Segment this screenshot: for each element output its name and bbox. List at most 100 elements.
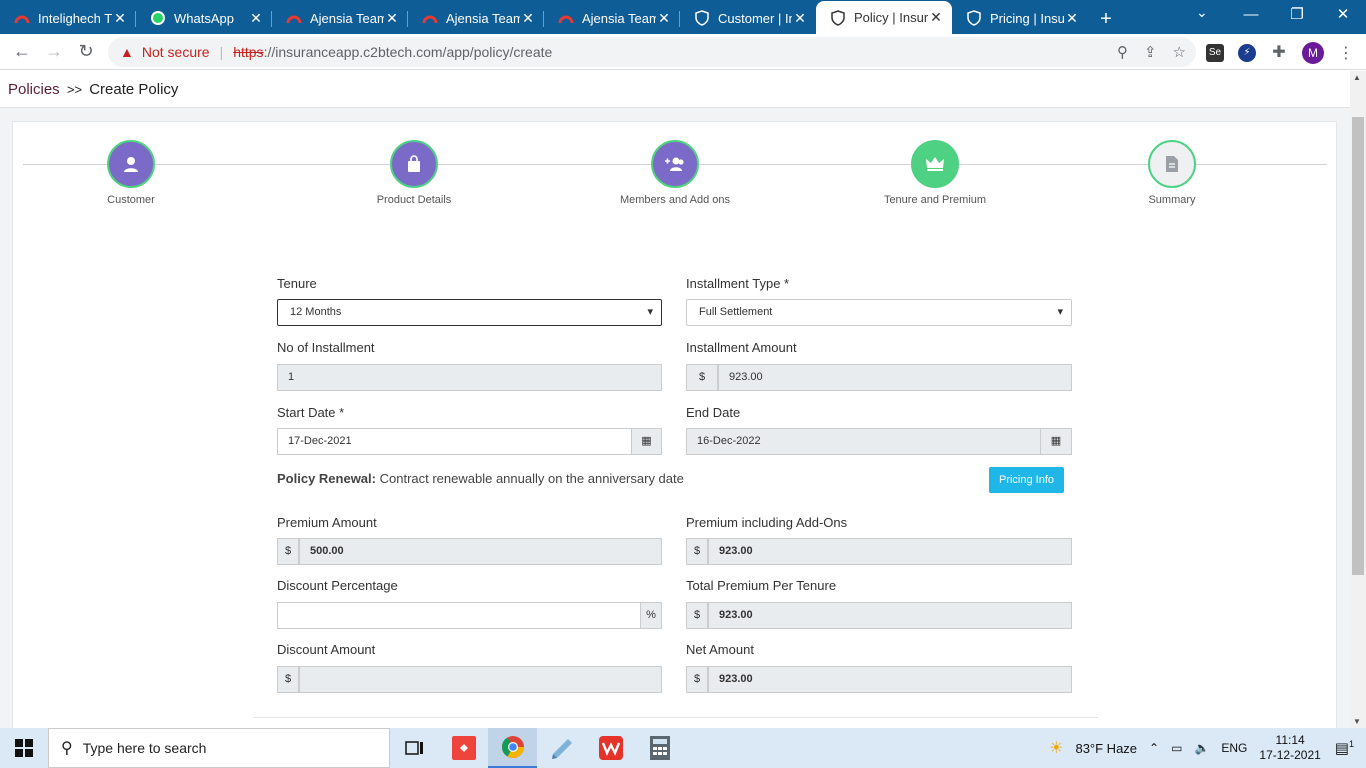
back-arrow-icon[interactable]: ← (6, 41, 38, 62)
bookmark-star-icon[interactable]: ☆ (1173, 43, 1186, 61)
installment-amount-input[interactable]: 923.00 (718, 364, 1072, 391)
tab-title: Policy | Insura (854, 10, 928, 25)
new-tab-button[interactable]: + (1088, 4, 1124, 34)
step-product-details[interactable]: Product Details (314, 140, 514, 206)
pricing-info-button[interactable]: Pricing Info (989, 467, 1064, 493)
calculator-icon[interactable] (635, 728, 684, 768)
page-scrollbar[interactable]: ▲ ▼ (1350, 71, 1366, 728)
end-date-input[interactable]: 16-Dec-2022 (686, 428, 1041, 455)
scroll-down-icon[interactable]: ▼ (1353, 717, 1361, 726)
end-date-label: End Date (686, 405, 741, 420)
browser-tab[interactable]: Customer | In ✕ (680, 3, 816, 33)
total-premium-input[interactable]: 923.00 (708, 602, 1072, 629)
start-date-label: Start Date * (277, 405, 345, 420)
close-icon[interactable]: ✕ (520, 10, 536, 27)
selenium-extension-icon[interactable]: Se (1206, 44, 1224, 62)
warning-icon: ▲ (120, 44, 134, 60)
tab-search-chevron-icon[interactable]: ⌄ (1196, 4, 1208, 21)
browser-tab[interactable]: Ajensia Team ✕ (544, 3, 680, 33)
currency-addon: $ (277, 666, 299, 693)
reload-icon[interactable]: ↻ (70, 41, 102, 62)
no-installment-input[interactable]: 1 (277, 364, 662, 391)
premium-amount-input[interactable]: 500.00 (299, 538, 662, 565)
step-label: Product Details (376, 194, 452, 206)
installment-type-value: Full Settlement (699, 306, 773, 318)
close-icon[interactable]: ✕ (112, 10, 128, 27)
window-close-icon[interactable]: ✕ (1320, 0, 1366, 34)
discount-amount-input[interactable] (299, 666, 662, 693)
task-view-icon[interactable] (390, 728, 439, 768)
close-icon[interactable]: ✕ (792, 10, 808, 27)
red-arch-icon (422, 10, 438, 26)
browser-tab[interactable]: Intelighech T ✕ (0, 3, 136, 33)
battery-icon[interactable]: ▭ (1171, 741, 1182, 755)
scrollbar-thumb[interactable] (1352, 117, 1364, 575)
weather-text[interactable]: 83°F Haze (1075, 741, 1137, 756)
browser-tab[interactable]: Ajensia Team ✕ (408, 3, 544, 33)
security-label[interactable]: Not secure (142, 44, 210, 60)
chevron-down-icon: ▾ (647, 306, 653, 318)
windows-start-icon[interactable] (0, 728, 48, 768)
anydesk-icon[interactable] (439, 728, 488, 768)
chrome-icon[interactable] (488, 728, 537, 768)
search-placeholder: Type here to search (82, 740, 207, 756)
close-icon[interactable]: ✕ (384, 10, 400, 27)
address-bar[interactable]: ▲ Not secure | https ://insuranceapp.c2b… (108, 37, 1196, 67)
browser-tab-active[interactable]: Policy | Insura ✕ (816, 1, 952, 34)
language-indicator[interactable]: ENG (1221, 741, 1247, 755)
zoom-icon[interactable]: ⚲ (1117, 43, 1128, 61)
extensions-puzzle-icon[interactable]: ✚ (1270, 44, 1288, 62)
discount-percentage-input[interactable] (277, 602, 641, 629)
forward-arrow-icon[interactable]: → (38, 41, 70, 62)
shield-icon (966, 10, 982, 26)
notification-count: 1 (1348, 739, 1354, 749)
system-tray: ☀ 83°F Haze ⌃ ▭ 🔈 ENG 11:14 17-12-2021 ▤… (1049, 728, 1366, 768)
step-members-addons[interactable]: Members and Add ons (575, 140, 775, 206)
step-customer[interactable]: Customer (31, 140, 231, 206)
tab-title: Customer | In (718, 10, 792, 26)
taskbar-clock[interactable]: 11:14 17-12-2021 (1259, 733, 1320, 763)
taskbar-search-input[interactable]: ⚲ Type here to search (48, 728, 390, 768)
close-icon[interactable]: ✕ (656, 10, 672, 27)
policy-renewal-note: Policy Renewal: Contract renewable annua… (277, 471, 684, 486)
share-icon[interactable]: ⇪ (1144, 43, 1157, 61)
close-icon[interactable]: ✕ (928, 9, 944, 26)
weather-icon[interactable]: ☀ (1049, 738, 1063, 758)
extension-bolt-icon[interactable]: ⚡ (1238, 44, 1256, 62)
start-date-input[interactable]: 17-Dec-2021 (277, 428, 632, 455)
premium-addons-input[interactable]: 923.00 (708, 538, 1072, 565)
window-controls: — ❐ ✕ (1228, 0, 1366, 34)
volume-icon[interactable]: 🔈 (1194, 741, 1209, 755)
browser-tab[interactable]: Ajensia Team ✕ (272, 3, 408, 33)
browser-tab[interactable]: Pricing | Insur ✕ (952, 3, 1088, 33)
step-tenure-premium[interactable]: Tenure and Premium (835, 140, 1035, 206)
net-amount-input[interactable]: 923.00 (708, 666, 1072, 693)
percent-addon: % (640, 602, 662, 629)
calendar-icon[interactable]: ▦ (631, 428, 662, 455)
breadcrumb-current: Create Policy (89, 81, 179, 98)
step-summary[interactable]: Summary (1072, 140, 1272, 206)
calendar-icon[interactable]: ▦ (1040, 428, 1072, 455)
wps-office-icon[interactable] (586, 728, 635, 768)
step-circle (651, 140, 699, 188)
url-text: ://insuranceapp.c2btech.com/app/policy/c… (263, 44, 553, 60)
notepad-icon[interactable] (537, 728, 586, 768)
tray-chevron-up-icon[interactable]: ⌃ (1149, 741, 1159, 755)
browser-tab[interactable]: WhatsApp ✕ (136, 3, 272, 33)
close-icon[interactable]: ✕ (248, 10, 264, 27)
breadcrumb-root[interactable]: Policies (8, 81, 60, 98)
close-icon[interactable]: ✕ (1064, 10, 1080, 27)
no-installment-label: No of Installment (277, 340, 375, 355)
profile-avatar[interactable]: M (1302, 42, 1324, 64)
installment-type-select[interactable]: Full Settlement ▾ (686, 299, 1072, 326)
notification-icon[interactable]: ▤1 (1335, 739, 1354, 757)
total-premium-label: Total Premium Per Tenure (686, 578, 837, 593)
url-scheme: https (233, 44, 264, 60)
restore-icon[interactable]: ❐ (1274, 0, 1320, 34)
tenure-label: Tenure (277, 276, 317, 291)
minimize-icon[interactable]: — (1228, 0, 1274, 34)
tenure-select[interactable]: 12 Months ▾ (277, 299, 662, 326)
renewal-title: Policy Renewal: (277, 471, 376, 486)
menu-kebab-icon[interactable]: ⋮ (1338, 43, 1354, 63)
scroll-up-icon[interactable]: ▲ (1353, 73, 1361, 82)
